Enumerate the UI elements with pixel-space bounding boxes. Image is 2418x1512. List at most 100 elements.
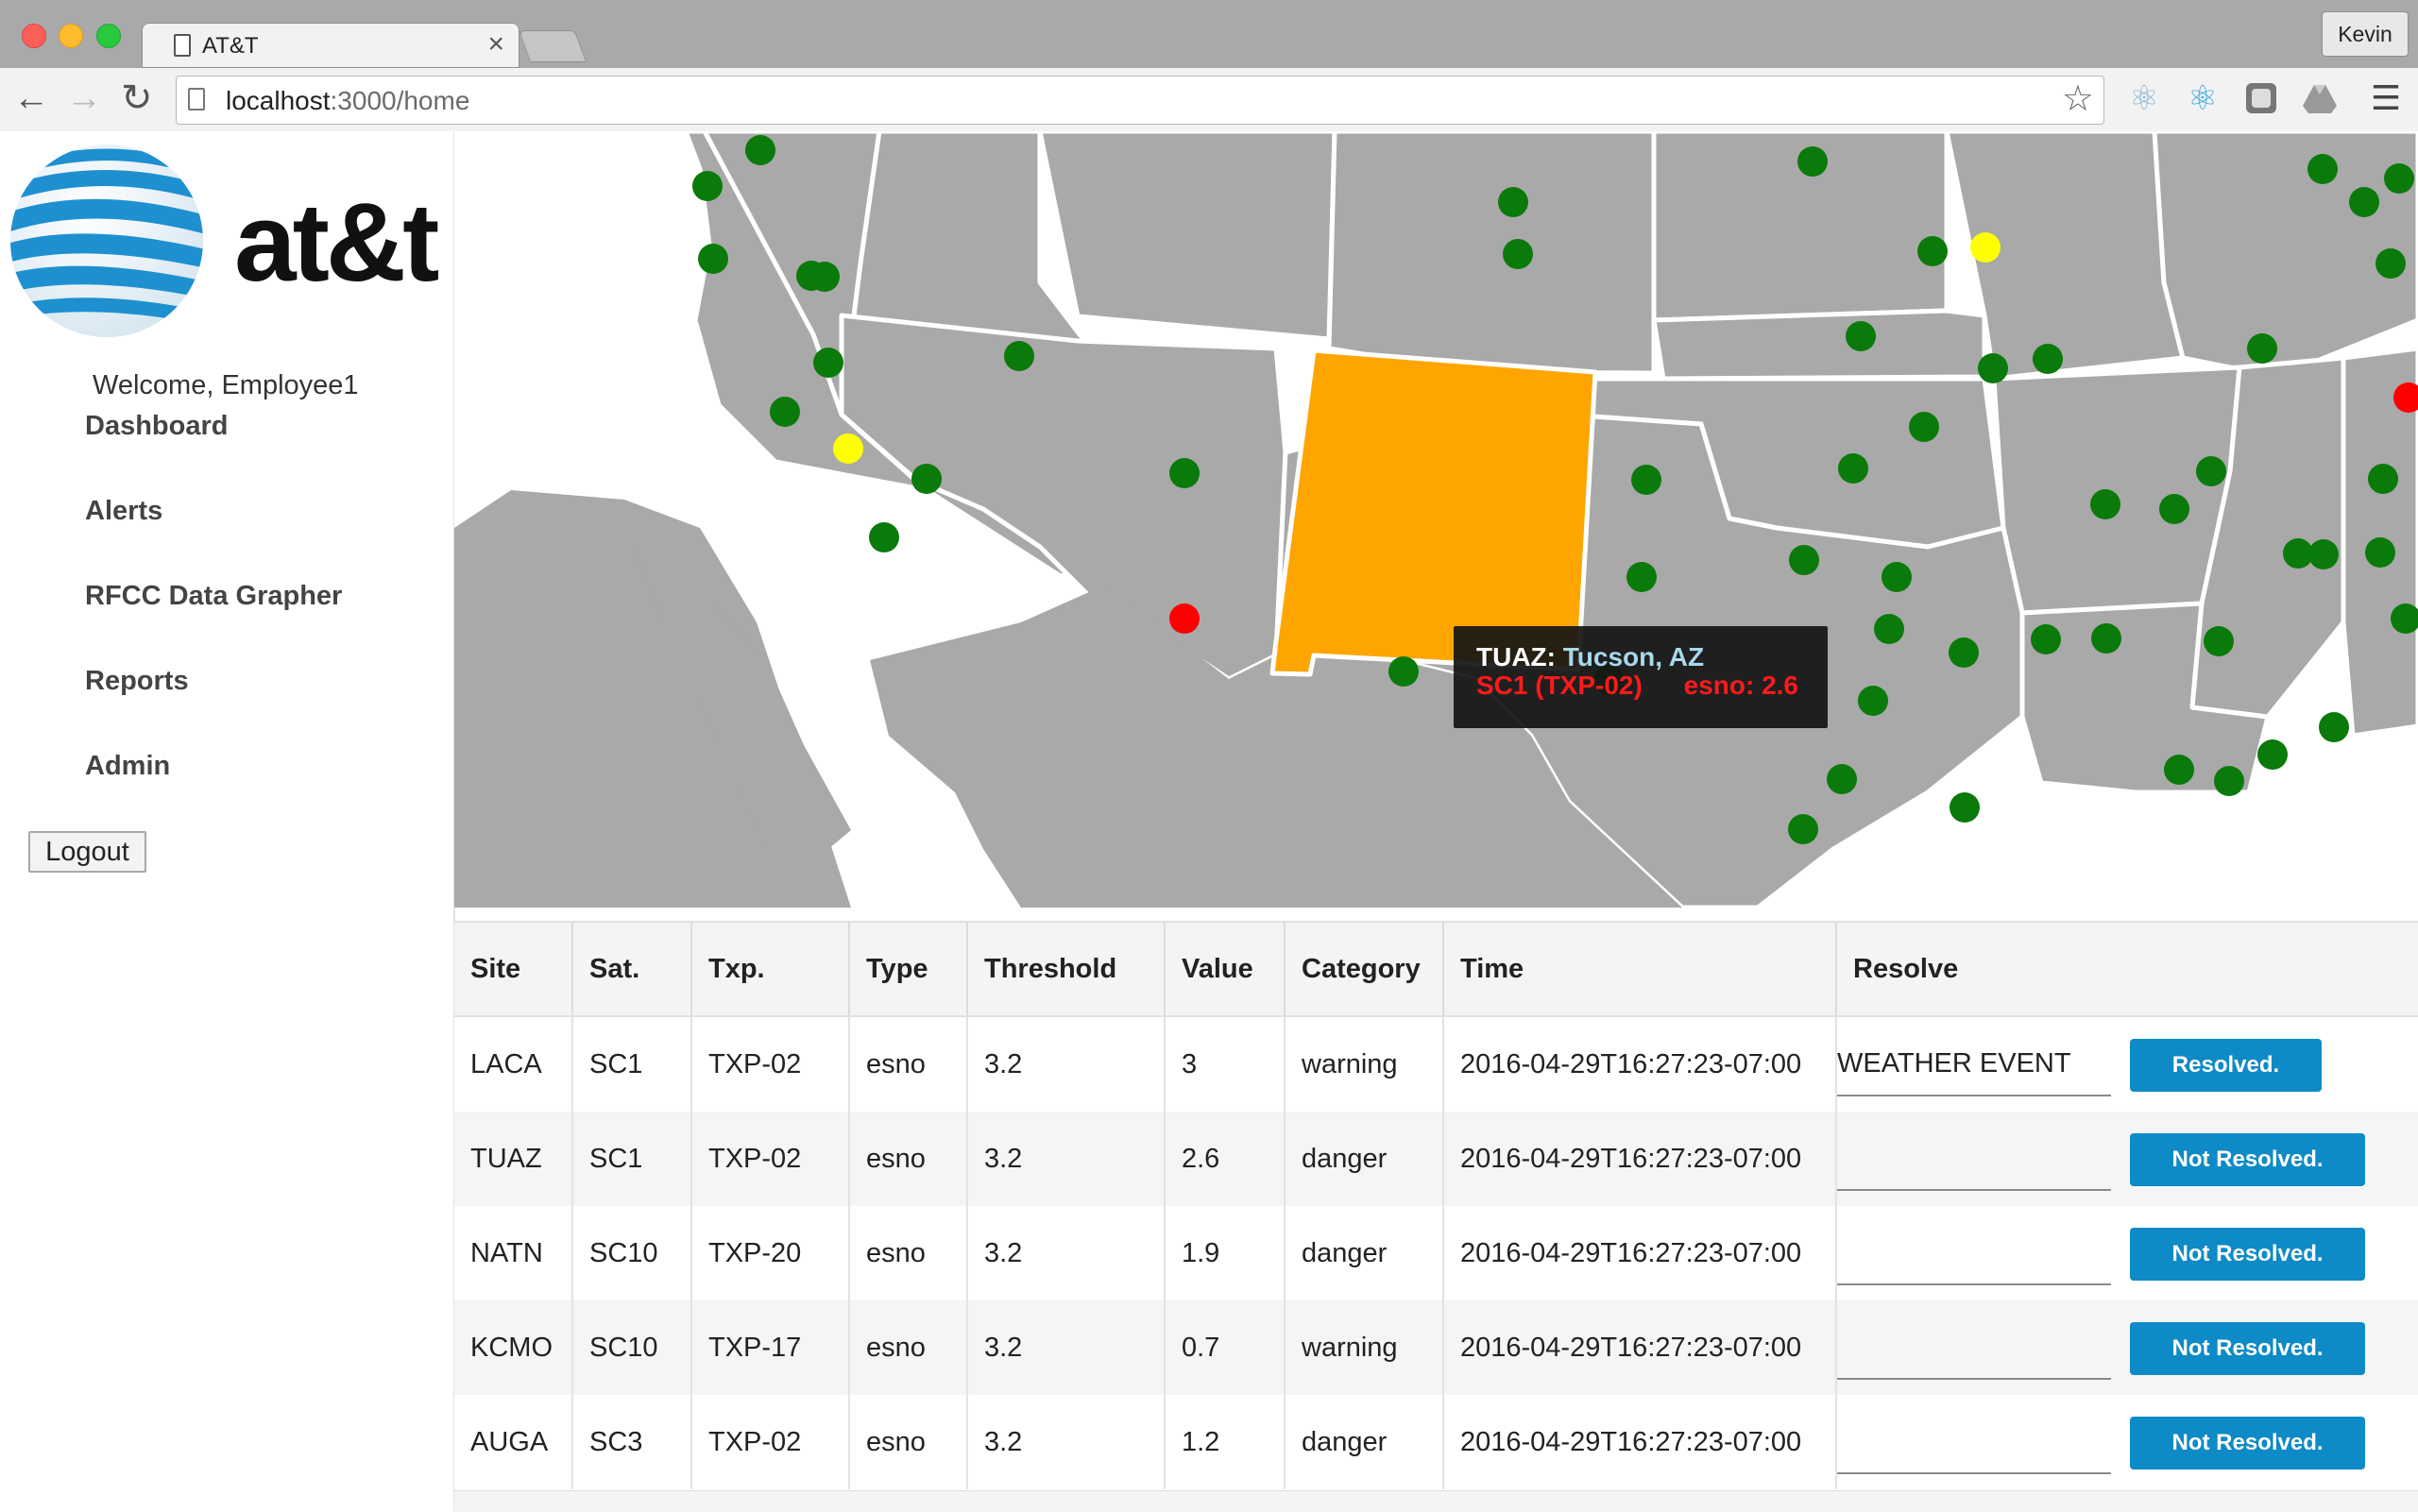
site-marker-ok[interactable] [2090, 489, 2120, 519]
nav-rfcc-data-grapher[interactable]: RFCC Data Grapher [85, 581, 342, 612]
site-marker-ok[interactable] [2091, 623, 2121, 654]
resolve-note-input[interactable] [1837, 1410, 2111, 1474]
site-marker-ok[interactable] [2031, 624, 2061, 654]
site-marker-warning[interactable] [833, 433, 863, 464]
site-marker-ok[interactable] [1788, 814, 1818, 844]
nav-dashboard[interactable]: Dashboard [85, 411, 228, 442]
state-illinois[interactable] [2152, 131, 2418, 380]
site-marker-ok[interactable] [1838, 453, 1868, 484]
resolve-note-input[interactable] [1837, 1127, 2111, 1191]
site-marker-ok[interactable] [1882, 562, 1912, 592]
site-marker-danger[interactable] [1169, 603, 1200, 634]
state-arkansas[interactable] [1991, 365, 2242, 616]
table-row[interactable]: LACA SC1 TXP-02 esno 3.2 3 warning 2016-… [454, 1016, 2418, 1112]
reload-icon[interactable]: ↻ [121, 77, 153, 119]
site-marker-ok[interactable] [1388, 656, 1419, 687]
site-marker-ok[interactable] [809, 262, 840, 292]
site-marker-ok[interactable] [2164, 755, 2194, 785]
state-utah[interactable] [1037, 131, 1337, 342]
header-threshold[interactable]: Threshold [966, 921, 1165, 1017]
table-row[interactable]: AUGA SC3 TXP-02 esno 3.2 1.2 danger 2016… [454, 1395, 2418, 1489]
site-marker-ok[interactable] [2247, 333, 2277, 364]
site-marker-ok[interactable] [745, 135, 775, 165]
site-status-map[interactable]: TUAZ: Tucson, AZ SC1 (TXP-02) esno: 2.6 [454, 131, 2418, 908]
header-value[interactable]: Value [1164, 921, 1285, 1017]
site-marker-ok[interactable] [1949, 637, 1979, 668]
resolve-status-button[interactable]: Resolved. [2130, 1039, 2322, 1092]
site-marker-ok[interactable] [2375, 248, 2406, 279]
browser-tab[interactable]: AT&T × [142, 23, 519, 68]
site-marker-ok[interactable] [1169, 458, 1200, 488]
site-marker-ok[interactable] [2283, 538, 2313, 569]
header-category[interactable]: Category [1284, 921, 1443, 1017]
site-marker-ok[interactable] [1503, 239, 1533, 269]
header-site[interactable]: Site [454, 921, 572, 1017]
site-marker-ok[interactable] [2033, 344, 2063, 374]
hamburger-menu-icon[interactable]: ☰ [2367, 79, 2405, 117]
site-marker-ok[interactable] [1978, 353, 2008, 383]
site-marker-warning[interactable] [1970, 232, 2001, 263]
nav-alerts[interactable]: Alerts [85, 496, 162, 527]
window-close-button[interactable] [22, 24, 46, 48]
site-marker-ok[interactable] [698, 244, 728, 274]
logout-button[interactable]: Logout [28, 831, 146, 873]
window-minimize-button[interactable] [59, 24, 83, 48]
nav-admin[interactable]: Admin [85, 751, 170, 782]
resolve-note-input[interactable] [1837, 1032, 2111, 1096]
site-marker-ok[interactable] [2349, 187, 2379, 217]
header-resolve[interactable]: Resolve [1835, 921, 2418, 1017]
site-marker-ok[interactable] [2159, 494, 2189, 524]
nav-reports[interactable]: Reports [85, 666, 189, 697]
site-marker-ok[interactable] [1858, 686, 1888, 716]
address-bar[interactable]: localhost:3000/home ☆ [176, 76, 2104, 125]
site-marker-ok[interactable] [1874, 614, 1904, 644]
resolve-status-button[interactable]: Not Resolved. [2130, 1228, 2365, 1281]
site-marker-ok[interactable] [1631, 465, 1661, 495]
site-marker-ok[interactable] [1004, 341, 1034, 371]
site-marker-ok[interactable] [2257, 739, 2288, 770]
header-time[interactable]: Time [1442, 921, 1836, 1017]
site-marker-ok[interactable] [770, 397, 800, 427]
site-marker-ok[interactable] [911, 464, 942, 494]
table-row[interactable]: TUAZ SC1 TXP-02 esno 3.2 2.6 danger 2016… [454, 1112, 2418, 1206]
site-marker-ok[interactable] [1626, 562, 1657, 592]
react-devtools-icon[interactable]: ⚛ [2184, 79, 2222, 117]
site-marker-ok[interactable] [2307, 154, 2338, 184]
map-canvas[interactable] [454, 131, 2418, 908]
tab-close-icon[interactable]: × [487, 30, 504, 59]
header-type[interactable]: Type [848, 921, 967, 1017]
state-kansas[interactable] [1651, 308, 1987, 382]
resolve-status-button[interactable]: Not Resolved. [2130, 1133, 2365, 1186]
site-marker-ok[interactable] [1827, 764, 1857, 794]
resolve-status-button[interactable]: Not Resolved. [2130, 1417, 2365, 1470]
site-marker-ok[interactable] [2196, 456, 2226, 486]
site-marker-ok[interactable] [2204, 626, 2234, 656]
react-extension-icon[interactable]: ⚛ [2125, 79, 2163, 117]
state-colorado[interactable] [1326, 131, 1657, 376]
resolve-note-input[interactable] [1837, 1316, 2111, 1380]
site-marker-ok[interactable] [2365, 537, 2395, 568]
url-text[interactable]: localhost:3000/home [226, 86, 469, 116]
resolve-note-input[interactable] [1837, 1221, 2111, 1285]
site-marker-ok[interactable] [1909, 412, 1939, 442]
site-marker-ok[interactable] [2319, 712, 2349, 742]
site-marker-ok[interactable] [2384, 163, 2414, 194]
window-maximize-button[interactable] [96, 24, 121, 48]
site-marker-ok[interactable] [1498, 187, 1528, 217]
arrow-left-icon[interactable]: ← [13, 77, 49, 119]
site-marker-ok[interactable] [1846, 321, 1876, 351]
arrow-right-icon[interactable]: → [66, 77, 102, 119]
site-marker-ok[interactable] [813, 348, 843, 378]
site-marker-ok[interactable] [2368, 464, 2398, 494]
resolve-status-button[interactable]: Not Resolved. [2130, 1322, 2365, 1375]
site-marker-ok[interactable] [1789, 545, 1819, 575]
header-sat[interactable]: Sat. [571, 921, 691, 1017]
site-marker-ok[interactable] [1797, 146, 1828, 177]
profile-button[interactable]: Kevin [2322, 11, 2409, 57]
table-row[interactable]: NATN SC10 TXP-20 esno 3.2 1.9 danger 201… [454, 1206, 2418, 1300]
star-icon[interactable]: ☆ [2062, 80, 2094, 118]
site-marker-ok[interactable] [1917, 236, 1948, 266]
site-marker-ok[interactable] [869, 522, 899, 552]
drive-icon[interactable] [2301, 79, 2339, 117]
header-txp[interactable]: Txp. [690, 921, 849, 1017]
